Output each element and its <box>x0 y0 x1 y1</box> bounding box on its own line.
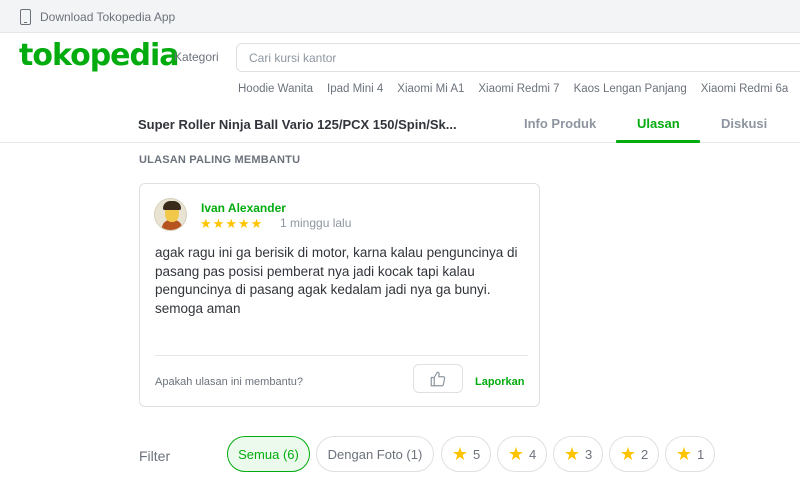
section-title: ULASAN PALING MEMBANTU <box>139 154 301 166</box>
review-date: 1 minggu lalu <box>280 216 352 230</box>
star-icon: ★ <box>225 216 237 231</box>
chip-label: 4 <box>528 446 537 462</box>
quick-links: Hoodie Wanita Ipad Mini 4 Xiaomi Mi A1 X… <box>238 83 788 95</box>
phone-icon <box>20 9 31 25</box>
filter-chip-dengan-foto[interactable]: Dengan Foto (1) <box>316 436 434 472</box>
category-menu[interactable]: Kategori <box>174 50 219 64</box>
filter-chip-star-4[interactable]: ★ 4 <box>497 436 547 472</box>
filter-chip-star-3[interactable]: ★ 3 <box>553 436 603 472</box>
review-text: agak ragu ini ga berisik di motor, karna… <box>155 245 518 316</box>
product-title: Super Roller Ninja Ball Vario 125/PCX 15… <box>138 117 457 132</box>
star-icon: ★ <box>250 216 263 231</box>
download-app-link[interactable]: Download Tokopedia App <box>40 10 175 24</box>
filter-chip-star-5[interactable]: ★ 5 <box>441 436 491 472</box>
star-icon: ★ <box>237 216 250 231</box>
header: tokopedia Kategori Hoodie Wanita Ipad Mi… <box>0 33 800 105</box>
tab-ulasan[interactable]: Ulasan <box>637 116 680 131</box>
star-icon: ★ <box>563 444 580 464</box>
thumbs-up-icon <box>430 371 446 386</box>
filter-chip-semua[interactable]: Semua (6) <box>227 436 310 472</box>
rating-stars: ★ ★ ★ ★ ★ <box>200 216 262 232</box>
filter-chip-star-1[interactable]: ★ 1 <box>665 436 715 472</box>
star-icon: ★ <box>200 216 212 231</box>
star-icon: ★ <box>507 444 524 464</box>
tokopedia-logo[interactable]: tokopedia <box>19 38 180 73</box>
avatar[interactable] <box>154 198 187 231</box>
chip-label: Dengan Foto (1) <box>327 446 423 462</box>
chip-label: 5 <box>472 446 481 462</box>
divider <box>155 355 528 356</box>
tab-diskusi[interactable]: Diskusi <box>721 116 767 131</box>
search-input[interactable] <box>236 43 800 72</box>
quick-link[interactable]: Xiaomi Mi A1 <box>397 83 464 95</box>
star-icon: ★ <box>675 444 692 464</box>
report-link[interactable]: Laporkan <box>475 376 525 388</box>
star-icon: ★ <box>619 444 636 464</box>
chip-label: 3 <box>584 446 593 462</box>
helpful-question: Apakah ulasan ini membantu? <box>155 376 303 388</box>
quick-link[interactable]: Xiaomi Redmi 7 <box>478 83 559 95</box>
avatar-hair <box>163 201 181 210</box>
app-download-bar: Download Tokopedia App <box>0 0 800 33</box>
star-icon: ★ <box>451 444 468 464</box>
chip-label: 1 <box>696 446 705 462</box>
quick-link[interactable]: Kaos Lengan Panjang <box>574 83 687 95</box>
quick-link[interactable]: Xiaomi Redmi 6a <box>701 83 789 95</box>
quick-link[interactable]: Hoodie Wanita <box>238 83 313 95</box>
active-tab-indicator <box>616 140 700 143</box>
star-icon: ★ <box>212 216 225 231</box>
helpful-button[interactable] <box>413 364 463 393</box>
tab-info-produk[interactable]: Info Produk <box>524 116 596 131</box>
reviewer-name[interactable]: Ivan Alexander <box>201 201 286 215</box>
product-tab-bar: Super Roller Ninja Ball Vario 125/PCX 15… <box>0 105 800 143</box>
review-card: Ivan Alexander ★ ★ ★ ★ ★ 1 minggu lalu a… <box>139 183 540 407</box>
chip-label: 2 <box>640 446 649 462</box>
filter-chip-star-2[interactable]: ★ 2 <box>609 436 659 472</box>
quick-link[interactable]: Ipad Mini 4 <box>327 83 383 95</box>
chip-label: Semua (6) <box>238 446 299 462</box>
filter-label: Filter <box>139 448 171 464</box>
